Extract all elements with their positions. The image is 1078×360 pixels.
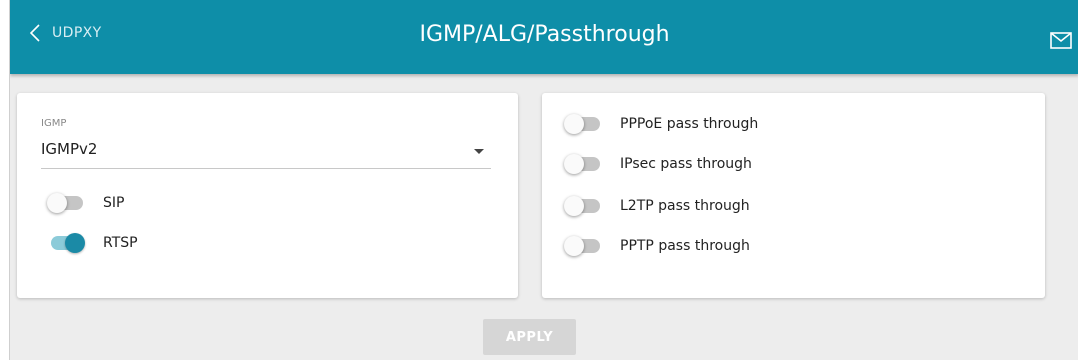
toggle-knob <box>65 233 85 253</box>
pppoe-toggle-row[interactable]: PPPoE pass through <box>564 114 758 134</box>
igmp-select-value: IGMPv2 <box>41 140 98 158</box>
pptp-toggle[interactable] <box>564 236 602 256</box>
pppoe-label: PPPoE pass through <box>620 116 759 132</box>
l2tp-label: L2TP pass through <box>620 198 750 214</box>
pptp-toggle-row[interactable]: PPTP pass through <box>564 236 750 256</box>
header-bar: UDPXY IGMP/ALG/Passthrough <box>10 0 1078 74</box>
page: UDPXY IGMP/ALG/Passthrough IGMP IGMPv2 S… <box>0 0 1078 360</box>
toggle-knob <box>47 193 67 213</box>
passthrough-card: PPPoE pass through IPsec pass through L2… <box>542 93 1045 298</box>
notifications-button[interactable] <box>1050 32 1072 49</box>
rtsp-toggle-row[interactable]: RTSP <box>47 233 138 253</box>
pptp-label: PPTP pass through <box>620 238 750 254</box>
page-title: IGMP/ALG/Passthrough <box>419 22 670 47</box>
caret-down-icon <box>474 149 484 154</box>
igmp-select[interactable]: IGMPv2 <box>41 140 491 169</box>
l2tp-toggle[interactable] <box>564 196 602 216</box>
rtsp-toggle[interactable] <box>47 233 85 253</box>
igmp-select-label: IGMP <box>41 118 67 129</box>
sip-toggle[interactable] <box>47 193 85 213</box>
app-window: UDPXY IGMP/ALG/Passthrough IGMP IGMPv2 S… <box>9 0 1078 360</box>
toggle-knob <box>564 196 584 216</box>
ipsec-toggle-row[interactable]: IPsec pass through <box>564 154 752 174</box>
apply-button[interactable]: APPLY <box>483 319 576 355</box>
ipsec-toggle[interactable] <box>564 154 602 174</box>
sip-label: SIP <box>103 195 125 211</box>
toggle-knob <box>564 154 584 174</box>
pppoe-toggle[interactable] <box>564 114 602 134</box>
toggle-knob <box>564 114 584 134</box>
rtsp-label: RTSP <box>103 235 138 251</box>
ipsec-label: IPsec pass through <box>620 156 752 172</box>
igmp-alg-card: IGMP IGMPv2 SIP RTSP <box>17 93 518 298</box>
l2tp-toggle-row[interactable]: L2TP pass through <box>564 196 750 216</box>
sip-toggle-row[interactable]: SIP <box>47 193 124 213</box>
toggle-knob <box>564 236 584 256</box>
mail-icon <box>1050 32 1072 49</box>
